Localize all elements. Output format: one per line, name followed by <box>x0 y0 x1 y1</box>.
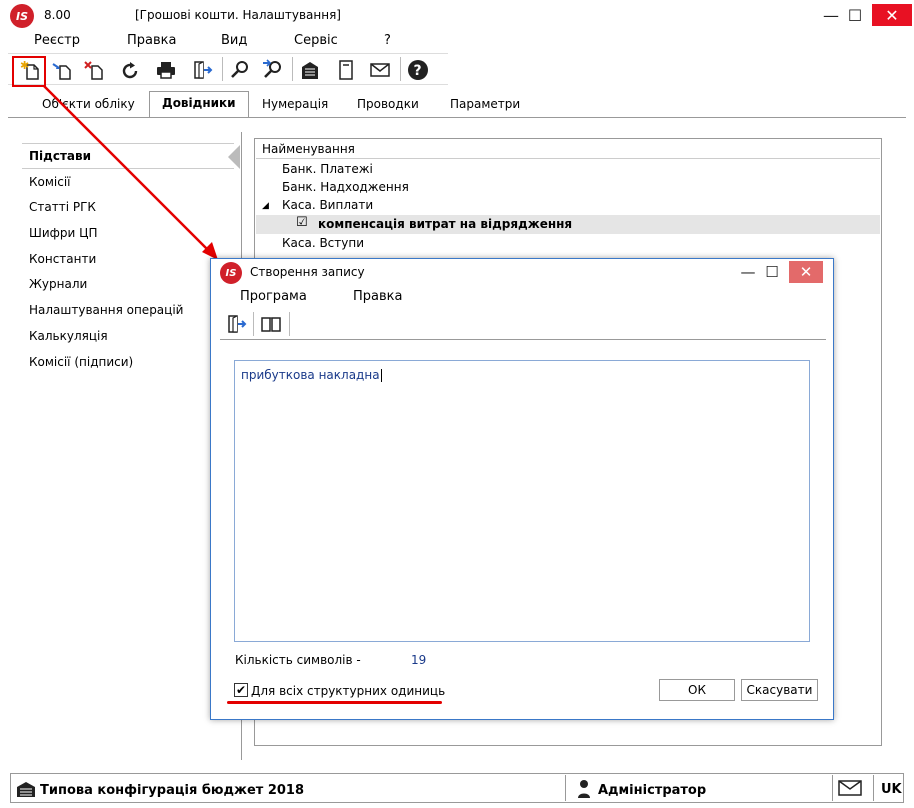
status-user: Адміністратор <box>598 783 707 798</box>
book-icon[interactable] <box>257 310 285 338</box>
record-text-value: прибуткова накладна <box>241 368 380 382</box>
dialog-menu-edit[interactable]: Правка <box>353 289 402 304</box>
dialog-minimize-button[interactable]: — <box>736 261 760 283</box>
dialog-close-button[interactable]: ✕ <box>789 261 823 283</box>
dialog-title: Створення запису <box>250 265 365 279</box>
status-separator <box>832 775 833 801</box>
annotation-underline <box>227 701 442 704</box>
record-text-area[interactable]: прибуткова накладна <box>234 360 810 642</box>
all-units-checkbox-label[interactable]: Для всіх структурних одиниць <box>251 684 445 698</box>
text-caret <box>380 369 382 382</box>
status-config: Типова конфігурація бюджет 2018 <box>40 783 305 798</box>
ok-button[interactable]: ОК <box>659 679 735 701</box>
toolbar-separator <box>289 312 290 336</box>
all-units-checkbox[interactable]: ✔ <box>234 683 248 697</box>
char-count-value: 19 <box>411 653 427 667</box>
dialog-toolbar <box>220 308 826 340</box>
building-icon <box>16 780 36 798</box>
exit-icon[interactable] <box>222 310 250 338</box>
user-icon <box>577 779 591 799</box>
status-separator <box>565 775 566 801</box>
char-count-label: Кількість символів - <box>235 653 361 667</box>
cancel-button[interactable]: Скасувати <box>741 679 818 701</box>
dialog-maximize-button[interactable]: ☐ <box>760 261 784 283</box>
toolbar-separator <box>253 312 254 336</box>
status-language[interactable]: UK <box>881 782 902 797</box>
status-separator <box>873 775 874 801</box>
dialog-logo: IS <box>220 262 242 284</box>
dialog-menu-program[interactable]: Програма <box>240 289 307 304</box>
mail-icon[interactable] <box>838 779 862 797</box>
